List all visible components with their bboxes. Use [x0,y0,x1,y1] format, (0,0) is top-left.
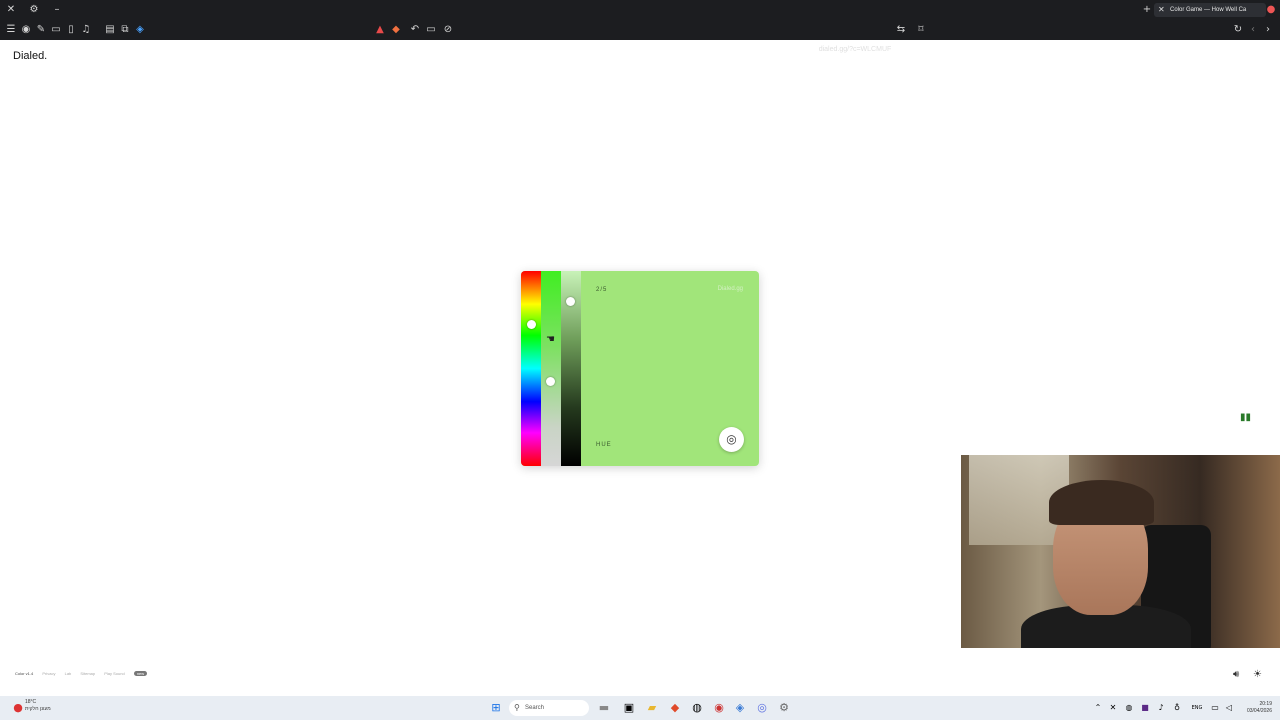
sidebar-icon[interactable]: ▭ [49,20,63,40]
site-settings-icon[interactable]: ⇆ [894,20,908,40]
tray-network-icon[interactable]: ◍ [1121,696,1137,720]
address-bar[interactable]: dialed.gg/?c=WLCMUF [800,40,910,60]
undo-icon[interactable]: ↶ [408,20,422,40]
settings-icon[interactable]: ⚙ [776,696,792,720]
tab-active[interactable]: ✕ Color Game — How Well Ca [1154,3,1266,17]
new-tab-icon[interactable]: + [1140,0,1154,20]
panel-icon[interactable]: ▯ [64,20,78,40]
overlay-widget-icon: ▮▮ [1240,412,1252,423]
menu-icon[interactable]: ☰ [4,20,18,40]
site-logo[interactable]: Dialed. [13,50,47,62]
brave-browser-icon[interactable]: ◆ [667,696,683,720]
widget-icon[interactable]: ▬ [596,696,612,720]
tray-onenote-icon[interactable]: ■ [1137,696,1153,720]
file-explorer-icon[interactable]: ▰ [644,696,660,720]
brave-shield-icon[interactable]: ◆ [389,20,403,40]
mouse-cursor-icon: ☚ [546,334,555,345]
forward-icon[interactable]: › [1261,20,1275,40]
submit-guess-button[interactable]: ◎ [719,427,744,452]
color-picker-card: 2/5 Dialed.gg HUE ◎ [521,271,759,466]
taskbar-clock[interactable]: 20:19 03/04/2026 [1247,701,1272,715]
tabs-icon[interactable]: ▤ [103,20,117,40]
app-icon[interactable]: ◉ [711,696,727,720]
weather-temp: 18°C [25,699,37,705]
hue-slider-handle[interactable] [527,320,536,329]
weather-icon[interactable]: ● [10,696,26,720]
footer-link-privacy[interactable]: Privacy [42,671,55,676]
minimize-window-icon[interactable]: ⚙ [27,0,41,20]
taskbar-search[interactable]: ⚲ Search [509,700,589,716]
location-icon[interactable]: ◉ [19,20,33,40]
reload-icon[interactable]: ↻ [1231,20,1245,40]
card-watermark: Dialed.gg [717,286,743,292]
dash-icon[interactable]: – [50,0,64,20]
pen-icon[interactable]: ✎ [34,20,48,40]
clock-date: 03/04/2026 [1246,708,1272,714]
browser-titlebar: ✕ ⚙ – + ✕ Color Game — How Well Ca ● [0,0,1280,20]
music-icon[interactable]: ♫ [79,20,93,40]
footer-version: Color v1.4 [15,671,34,676]
screen-icon[interactable]: ▭ [424,20,438,40]
weather-desc: מעונן חלקית [25,706,51,712]
back-icon[interactable]: ‹ [1246,20,1260,40]
lightness-slider-handle[interactable] [566,297,575,306]
target-icon: ◎ [726,432,737,446]
browser-logo-icon: ● [1266,4,1276,15]
weather-widget[interactable]: 18°C מעונן חלקית [25,699,51,713]
saturation-slider[interactable] [541,271,561,466]
footer-link-play-sound[interactable]: Play Sound [104,671,124,676]
webcam-overlay [961,455,1280,648]
hide-icon[interactable]: ⊘ [441,20,455,40]
search-placeholder: Search [525,705,545,711]
sound-icon[interactable]: 🔊︎ [1233,669,1239,680]
new-badge: new [133,671,148,676]
tray-app-icon[interactable]: ✕ [1105,696,1121,720]
round-progress: 2/5 [596,287,608,293]
os-taskbar [0,696,1280,720]
tray-speaker-icon[interactable]: ♪ [1153,696,1169,720]
close-window-icon[interactable]: ✕ [4,0,18,20]
search-icon: ⚲ [514,703,520,712]
saturation-slider-handle[interactable] [546,377,555,386]
footer-link-lab[interactable]: Lab [65,671,72,676]
start-menu-icon[interactable]: ⊞ [488,696,504,720]
vscode-icon[interactable]: ◈ [133,20,147,40]
tab-title: Color Game — How Well Ca [1170,7,1247,13]
tray-chevron-icon[interactable]: ⌃ [1090,696,1106,720]
steam-icon[interactable]: ◍ [689,696,705,720]
theme-toggle-icon[interactable]: ☀ [1253,669,1262,680]
discord-icon[interactable]: ◎ [754,696,770,720]
close-tab-icon[interactable]: ✕ [1158,3,1165,17]
browser-toolbar: ☰ ◉ ✎ ▭ ▯ ♫ ▤ ⧉ ◈ ▲ ◆ ↶ ▭ ⊘ dialed.gg/?c… [0,20,1280,53]
bookmark-icon[interactable]: ⌑ [914,20,928,40]
clock-time: 20:19 [1259,701,1272,707]
tray-lang[interactable]: ENG [1187,696,1207,720]
task-view-icon[interactable]: ▣ [621,696,637,720]
page-footer: Color v1.4 Privacy Lab Sitemap Play Soun… [15,671,155,676]
extension-icon[interactable]: ⧉ [118,20,132,40]
footer-link-sitemap[interactable]: Sitemap [80,671,95,676]
hue-slider[interactable] [521,271,541,466]
vscode-taskbar-icon[interactable]: ◈ [732,696,748,720]
tray-volume-icon[interactable]: ◁ [1221,696,1237,720]
warning-icon[interactable]: ▲ [373,20,387,40]
slider-mode-label: HUE [596,442,612,448]
webcam-person-hair [1049,480,1154,525]
tray-mic-icon[interactable]: ♁ [1169,696,1185,720]
